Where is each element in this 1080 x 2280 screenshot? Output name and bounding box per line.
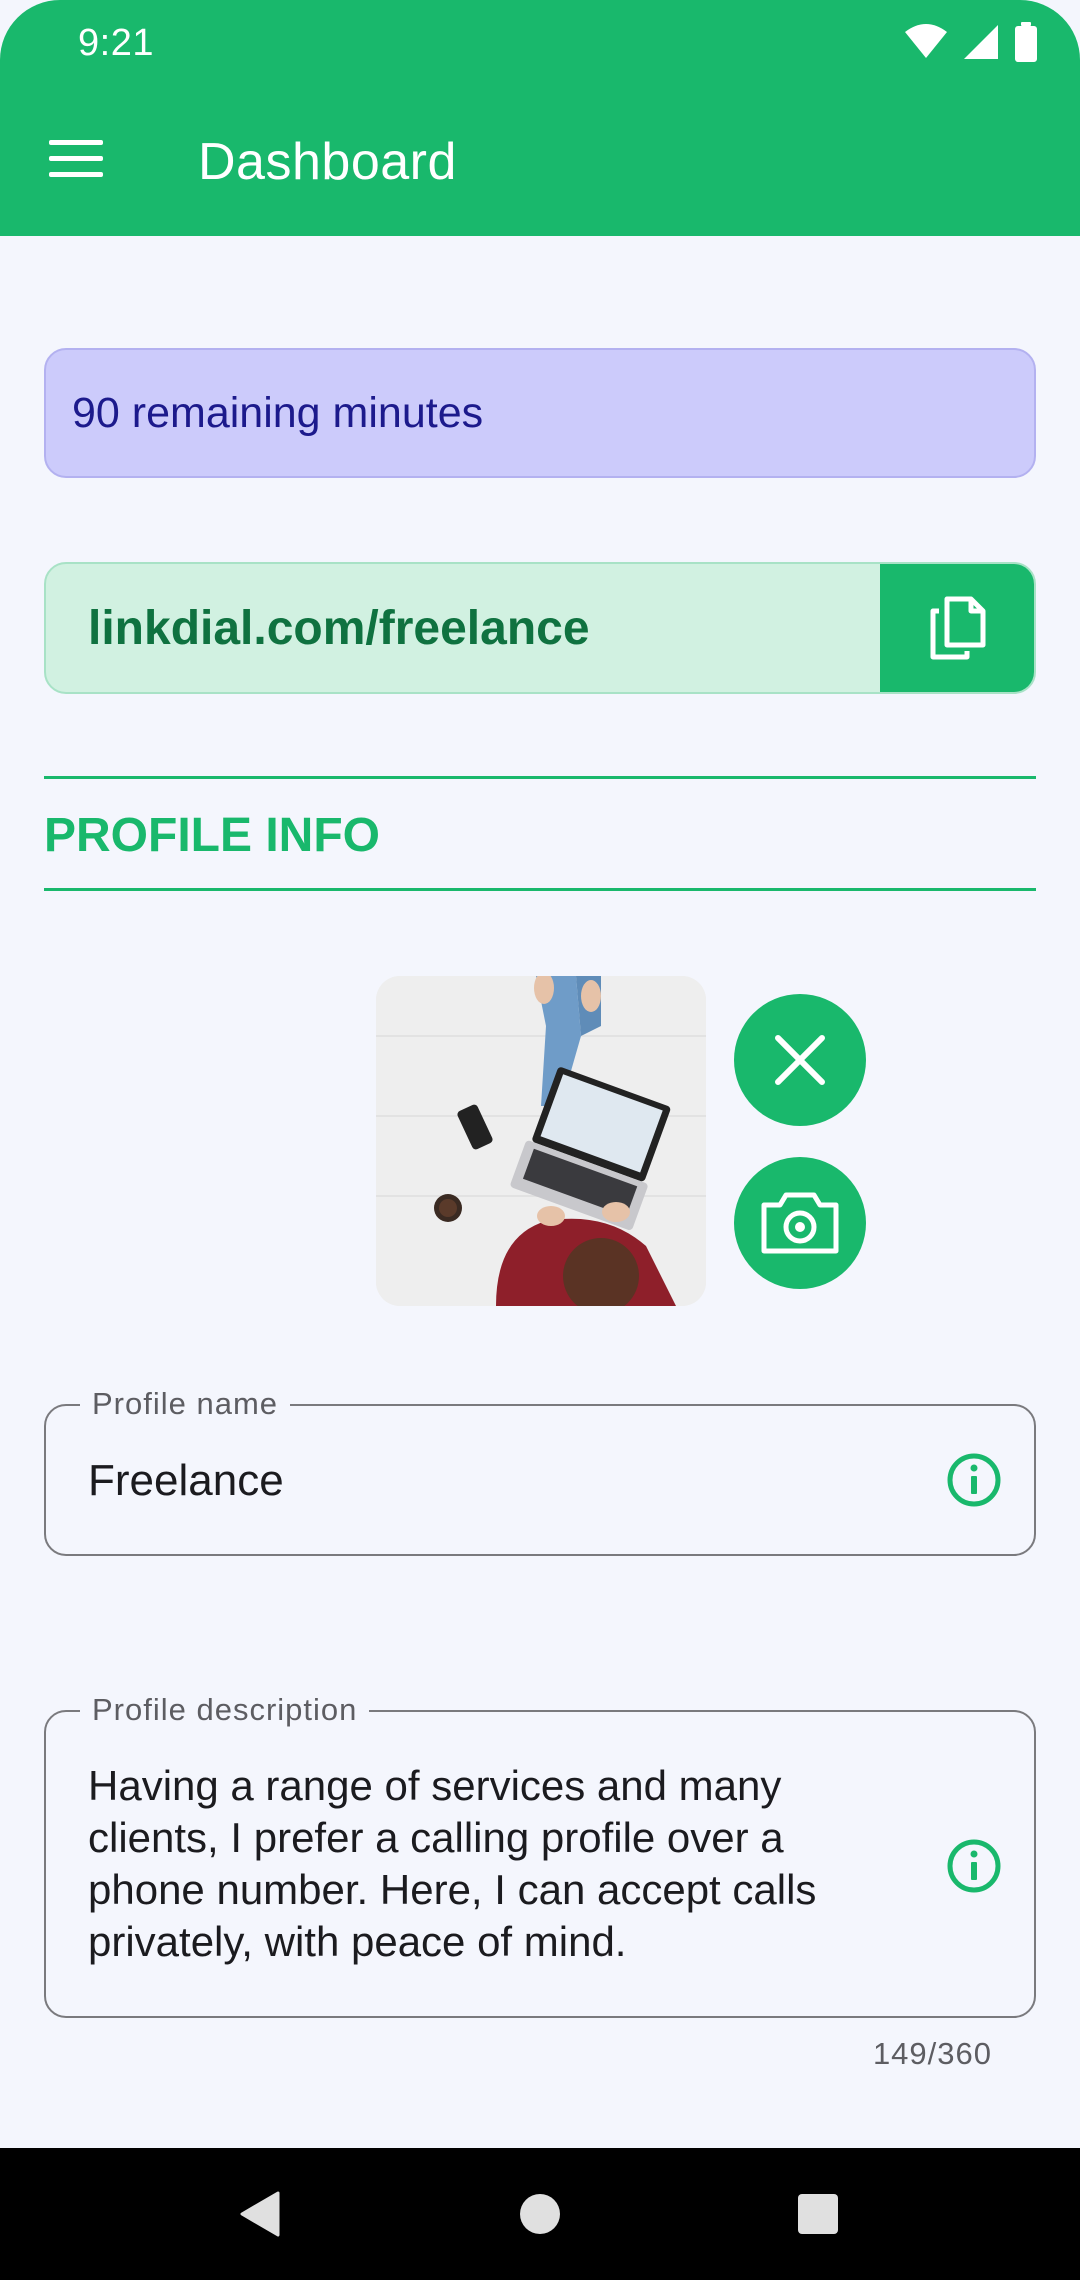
profile-link-box: linkdial.com/freelance [44,562,1036,694]
signal-icon [964,25,998,59]
profile-description-label: Profile description [80,1692,370,1728]
home-icon [520,2194,560,2234]
copy-icon [930,596,986,660]
section-divider-top [44,776,1036,779]
profile-name-label: Profile name [80,1386,291,1422]
remove-photo-button[interactable] [734,994,866,1126]
profile-name-input[interactable]: Freelance [88,1456,284,1506]
nav-back-button[interactable] [220,2148,300,2280]
battery-icon [1015,22,1037,62]
description-line: clients, I prefer a calling profile over… [88,1814,784,1861]
wifi-icon [905,24,947,58]
copy-link-button[interactable] [880,564,1034,692]
system-nav-bar [0,2148,1080,2280]
menu-button[interactable] [44,126,108,190]
section-title: PROFILE INFO [44,809,380,862]
remaining-minutes-banner: 90 remaining minutes [44,348,1036,478]
back-icon [240,2191,280,2237]
close-icon [775,1035,825,1085]
profile-photo [376,976,706,1306]
status-time: 9:21 [78,22,154,64]
profile-photo-illustration [376,976,706,1306]
change-photo-button[interactable] [734,1157,866,1289]
app-bar: 9:21 Dashboard [0,0,1080,236]
description-line: phone number. Here, I can accept calls [88,1866,817,1913]
status-icons [904,22,1038,62]
menu-icon [49,140,103,177]
info-icon[interactable] [946,1452,1002,1508]
profile-description-input[interactable]: Having a range of services and many clie… [88,1760,816,1968]
info-icon[interactable] [946,1838,1002,1894]
nav-recents-button[interactable] [778,2148,858,2280]
remaining-minutes-text: 90 remaining minutes [72,388,484,437]
profile-name-field[interactable]: Profile name Freelance [44,1386,1036,1556]
description-line: privately, with peace of mind. [88,1918,627,1965]
description-char-counter: 149/360 [872,2036,992,2071]
profile-link-text[interactable]: linkdial.com/freelance [88,564,590,692]
section-divider-bottom [44,888,1036,891]
nav-home-button[interactable] [500,2148,580,2280]
profile-description-field[interactable]: Profile description Having a range of se… [44,1692,1036,2018]
recents-icon [798,2194,838,2234]
page-title: Dashboard [198,133,457,191]
camera-icon [761,1192,839,1254]
description-line: Having a range of services and many [88,1762,782,1809]
